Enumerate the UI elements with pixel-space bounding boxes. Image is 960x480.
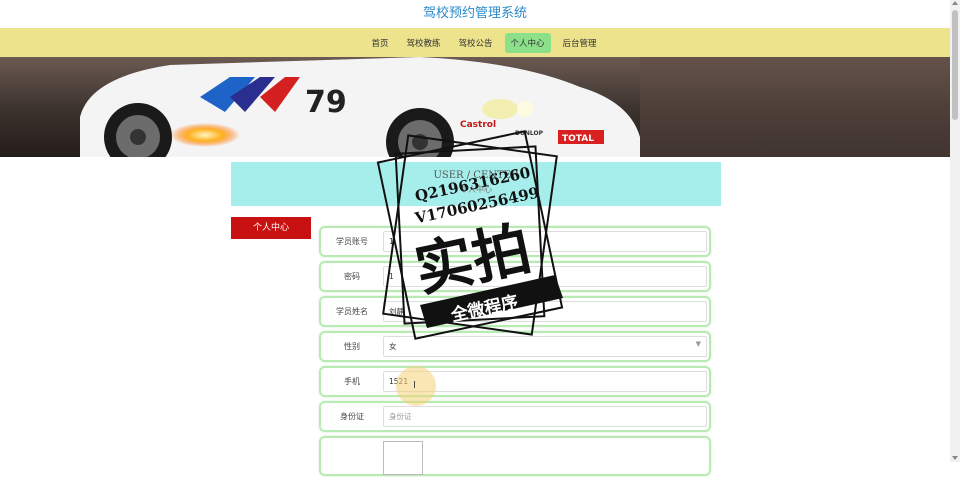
form-row-phone: 手机 1521 (319, 366, 711, 397)
nav-item-announcements[interactable]: 驾校公告 (452, 33, 498, 53)
scrollbar-thumb[interactable] (952, 10, 958, 120)
form-row-photo (319, 436, 711, 476)
nav-item-coaches[interactable]: 驾校教练 (400, 33, 446, 53)
watermark-stamp: Q2196316260 V17060256499 实拍 全微程序 ★ ★ (365, 120, 580, 355)
form-row-id-card: 身份证 身份证 (319, 401, 711, 432)
cursor-highlight (396, 366, 436, 406)
nav-item-user-center[interactable]: 个人中心 (504, 32, 551, 53)
nav-item-home[interactable]: 首页 (365, 33, 394, 53)
site-title: 驾校预约管理系统 (422, 6, 527, 21)
text-cursor-icon: I (413, 380, 416, 391)
chevron-down-icon[interactable]: ▼ (696, 340, 701, 348)
star-icon: ★ (423, 309, 434, 323)
photo-image-broken[interactable] (383, 441, 423, 475)
car-number: 79 (305, 85, 347, 120)
id-card-input[interactable]: 身份证 (383, 406, 707, 427)
main-nav: 首页 驾校教练 驾校公告 个人中心 后台管理 (0, 28, 950, 57)
nav-item-admin[interactable]: 后台管理 (557, 33, 603, 53)
scroll-down-icon[interactable] (952, 456, 958, 460)
side-menu-user-center[interactable]: 个人中心 (231, 217, 311, 239)
scroll-up-icon[interactable] (952, 1, 958, 5)
star-icon: ★ (547, 274, 558, 288)
field-label: 身份证 (340, 412, 364, 421)
page-scrollbar[interactable] (950, 0, 960, 462)
field-label: 手机 (344, 377, 360, 386)
